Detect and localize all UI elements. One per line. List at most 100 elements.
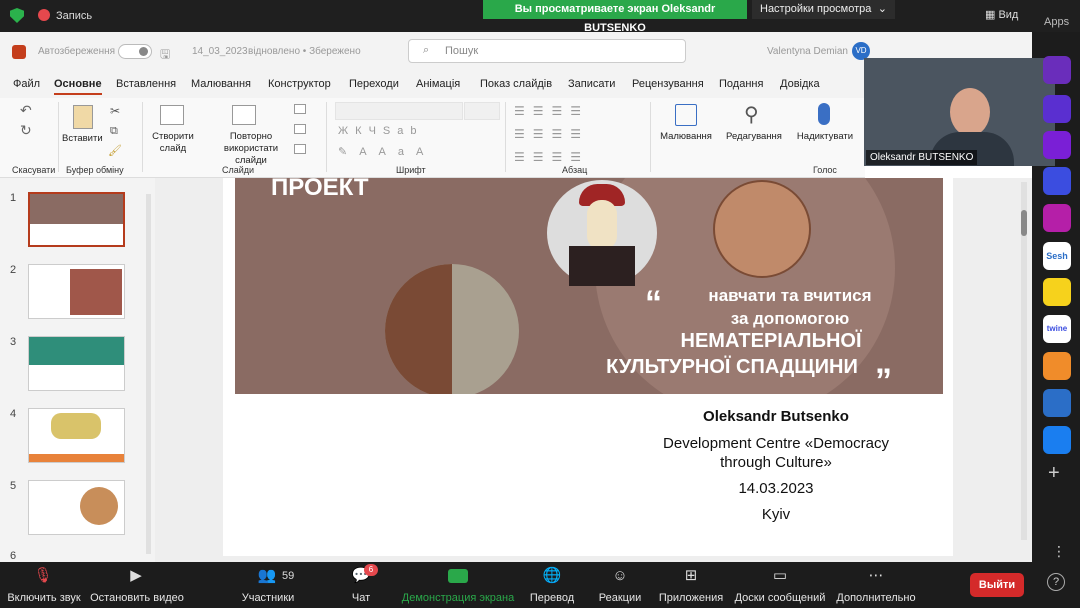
paste-icon[interactable]: [73, 105, 93, 129]
search-input[interactable]: ⌕ Пошук: [408, 39, 686, 63]
stop-video-button[interactable]: Остановить видео: [86, 592, 188, 604]
cut-icon[interactable]: ✂: [110, 104, 120, 118]
participant-video[interactable]: Oleksandr BUTSENKO: [864, 58, 1055, 166]
translate-button[interactable]: Перевод: [524, 592, 580, 604]
whiteboards-button[interactable]: Доски сообщений: [732, 592, 828, 604]
view-settings-dropdown[interactable]: Настройки просмотра ⌄: [752, 0, 895, 19]
reuse-slides-icon[interactable]: [232, 105, 256, 125]
thumbnail-scrollbar[interactable]: [146, 194, 151, 554]
redo-icon[interactable]: ↻: [20, 122, 32, 139]
tab-file[interactable]: Файл: [13, 78, 40, 90]
save-status[interactable]: відновлено • Збережено: [248, 46, 361, 57]
video-camera-icon[interactable]: ▶: [126, 568, 146, 584]
align-buttons[interactable]: ☰☰☰☰: [514, 150, 589, 164]
app-icon-4[interactable]: [1043, 167, 1071, 195]
app-icon-9[interactable]: [1043, 352, 1071, 380]
share-screen-icon[interactable]: [448, 569, 468, 583]
tab-view[interactable]: Подання: [719, 78, 763, 90]
add-app-icon[interactable]: +: [1048, 462, 1060, 485]
tab-insert[interactable]: Вставлення: [116, 78, 176, 90]
sesh-app-icon[interactable]: Sesh: [1043, 242, 1071, 270]
apps-icon[interactable]: ⊞: [681, 568, 701, 584]
shield-icon[interactable]: [10, 8, 24, 23]
slide-thumbnail-2[interactable]: [28, 264, 125, 319]
reset-icon[interactable]: [294, 124, 306, 134]
participants-button[interactable]: Участники: [238, 592, 298, 604]
tab-transitions[interactable]: Переходи: [349, 78, 399, 90]
list-buttons[interactable]: ☰☰☰☰: [514, 104, 589, 118]
autosave-label: Автозбереження: [38, 46, 116, 57]
twine-app-icon[interactable]: twine: [1043, 315, 1071, 343]
apps-button[interactable]: Apps: [1044, 16, 1069, 28]
paste-button[interactable]: Вставити: [62, 133, 103, 145]
tab-review[interactable]: Рецензування: [632, 78, 704, 90]
draw-button[interactable]: Малювання: [656, 131, 716, 143]
tab-design[interactable]: Конструктор: [268, 78, 331, 90]
font-color-buttons[interactable]: ✎AAaA: [338, 145, 435, 158]
participants-icon[interactable]: 👥: [257, 568, 277, 584]
app-icon-2[interactable]: [1043, 95, 1071, 123]
format-painter-icon[interactable]: 🖌: [108, 144, 122, 157]
new-slide-icon[interactable]: [160, 105, 184, 125]
slide-thumbnail-5[interactable]: [28, 480, 125, 535]
more-vertical-icon[interactable]: ⋮: [1052, 543, 1066, 560]
chat-badge: 6: [364, 564, 378, 576]
chat-button[interactable]: Чат: [340, 592, 382, 604]
tab-animations[interactable]: Анімація: [416, 78, 460, 90]
paragraph-group-label: Абзац: [562, 165, 588, 175]
unmute-button[interactable]: Включить звук: [4, 592, 84, 604]
quote-line-3: НЕМАТЕРІАЛЬНОЇ: [680, 330, 862, 352]
copy-icon[interactable]: ⧉: [110, 125, 118, 138]
app-icon-10[interactable]: [1043, 389, 1071, 417]
dictate-button[interactable]: Надиктувати: [794, 131, 856, 143]
more-button[interactable]: Дополнительно: [834, 592, 918, 604]
smiley-app-icon[interactable]: [1043, 278, 1071, 306]
section-icon[interactable]: [294, 144, 306, 154]
reuse-slides-button[interactable]: Повторно використати слайди: [212, 131, 290, 167]
presentation-date: 14.03.2023: [738, 480, 814, 497]
save-icon[interactable]: 🖫: [160, 45, 170, 66]
slide-number: 1: [10, 192, 17, 204]
tab-draw[interactable]: Малювання: [191, 78, 251, 90]
apps-button[interactable]: Приложения: [656, 592, 726, 604]
globe-icon[interactable]: 🌐: [542, 568, 562, 584]
view-settings-label: Настройки просмотра: [760, 3, 872, 15]
slide-thumbnail-1[interactable]: [28, 192, 125, 247]
indent-buttons[interactable]: ☰☰☰☰: [514, 127, 589, 141]
font-format-buttons[interactable]: ЖКЧSab: [338, 125, 423, 137]
tab-record[interactable]: Записати: [568, 78, 615, 90]
font-name-select[interactable]: [335, 102, 463, 120]
slide-thumbnail-3[interactable]: [28, 336, 125, 391]
app-icon-5[interactable]: [1043, 204, 1071, 232]
tab-help[interactable]: Довідка: [780, 78, 820, 90]
participant-face: [950, 88, 990, 136]
whiteboard-icon[interactable]: ▭: [770, 568, 790, 584]
app-icon-1[interactable]: [1043, 56, 1071, 84]
divider: [505, 102, 506, 172]
quote-line-1: навчати та вчитися: [708, 286, 872, 305]
share-screen-button[interactable]: Демонстрация экрана: [400, 592, 516, 604]
tab-home[interactable]: Основне: [54, 78, 102, 95]
reactions-icon[interactable]: ☺: [610, 568, 630, 584]
app-icon-3[interactable]: [1043, 131, 1071, 159]
edit-button[interactable]: Редагування: [723, 131, 785, 143]
search-edit-icon[interactable]: ⚲: [744, 102, 759, 127]
new-slide-button[interactable]: Створити слайд: [150, 131, 196, 155]
reactions-button[interactable]: Реакции: [592, 592, 648, 604]
view-button[interactable]: ▦ Вид: [985, 8, 1018, 21]
draw-icon[interactable]: [675, 104, 697, 126]
help-icon[interactable]: ?: [1047, 573, 1065, 591]
more-icon[interactable]: ⋯: [866, 568, 886, 584]
font-size-select[interactable]: [464, 102, 500, 120]
microphone-muted-icon[interactable]: 🎙: [33, 568, 53, 584]
app-icon-11[interactable]: [1043, 426, 1071, 454]
layout-icon[interactable]: [294, 104, 306, 114]
editor-scrollbar[interactable]: [1021, 182, 1027, 540]
microphone-icon[interactable]: [818, 103, 830, 125]
autosave-toggle[interactable]: [118, 44, 152, 59]
undo-icon[interactable]: ↶: [20, 102, 32, 119]
leave-button[interactable]: Выйти: [970, 573, 1024, 597]
tab-slideshow[interactable]: Показ слайдів: [480, 78, 552, 90]
slide-thumbnail-4[interactable]: [28, 408, 125, 463]
view-label: Вид: [998, 9, 1019, 21]
